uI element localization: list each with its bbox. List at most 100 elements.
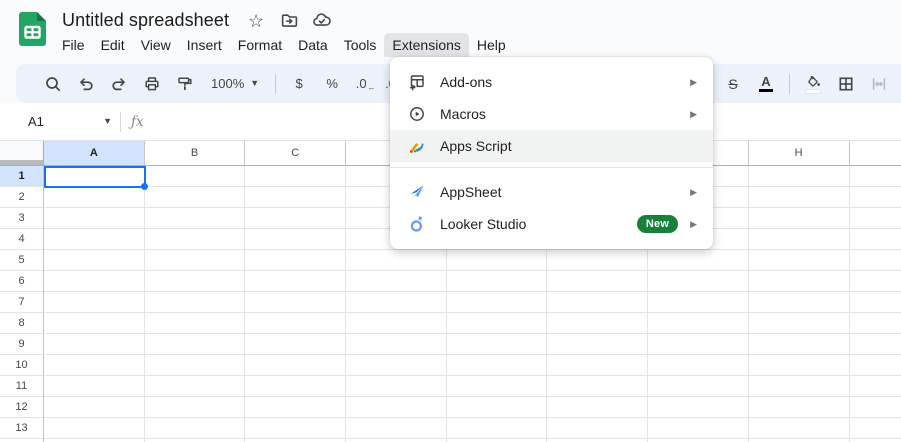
- grid-cell[interactable]: [749, 397, 850, 418]
- grid-cell[interactable]: [850, 376, 901, 397]
- grid-cell[interactable]: [346, 250, 447, 271]
- grid-cell[interactable]: [346, 397, 447, 418]
- grid-cell[interactable]: [245, 250, 346, 271]
- grid-cell[interactable]: [44, 166, 145, 187]
- grid-cell[interactable]: [44, 250, 145, 271]
- grid-cell[interactable]: [850, 229, 901, 250]
- grid-cell[interactable]: [749, 187, 850, 208]
- format-percent-button[interactable]: %: [319, 71, 345, 97]
- grid-cell[interactable]: [44, 376, 145, 397]
- row-header-10[interactable]: 10: [0, 355, 44, 376]
- grid-cell[interactable]: [145, 229, 246, 250]
- grid-cell[interactable]: [850, 250, 901, 271]
- menu-item-looker-studio[interactable]: Looker Studio New ▶: [390, 208, 713, 240]
- grid-cell[interactable]: [749, 166, 850, 187]
- search-icon[interactable]: [40, 71, 66, 97]
- redo-icon[interactable]: [106, 71, 132, 97]
- grid-cell[interactable]: [145, 313, 246, 334]
- column-header-a[interactable]: A: [44, 141, 145, 166]
- grid-cell[interactable]: [447, 418, 548, 439]
- select-all-corner[interactable]: [0, 141, 44, 166]
- grid-cell[interactable]: [145, 292, 246, 313]
- grid-cell[interactable]: [447, 376, 548, 397]
- menubar-item-tools[interactable]: Tools: [336, 33, 385, 57]
- grid-cell[interactable]: [44, 418, 145, 439]
- grid-cell[interactable]: [245, 376, 346, 397]
- grid-cell[interactable]: [749, 313, 850, 334]
- column-header-b[interactable]: B: [145, 141, 246, 166]
- grid-cell[interactable]: [44, 292, 145, 313]
- grid-cell[interactable]: [346, 418, 447, 439]
- grid-cell[interactable]: [547, 313, 648, 334]
- grid-cell[interactable]: [547, 355, 648, 376]
- merge-cells-button[interactable]: [866, 71, 892, 97]
- grid-cell[interactable]: [547, 418, 648, 439]
- strikethrough-button[interactable]: S: [720, 71, 746, 97]
- grid-cell[interactable]: [245, 166, 346, 187]
- row-header-5[interactable]: 5: [0, 250, 44, 271]
- grid-cell[interactable]: [850, 334, 901, 355]
- grid-cell[interactable]: [145, 271, 246, 292]
- fill-handle[interactable]: [141, 183, 148, 190]
- grid-cell[interactable]: [145, 418, 246, 439]
- row-header-11[interactable]: 11: [0, 376, 44, 397]
- star-icon[interactable]: ☆: [246, 11, 266, 31]
- grid-cell[interactable]: [648, 334, 749, 355]
- grid-cell[interactable]: [447, 334, 548, 355]
- grid-cell[interactable]: [447, 397, 548, 418]
- grid-cell[interactable]: [245, 397, 346, 418]
- grid-cell[interactable]: [145, 166, 246, 187]
- grid-cell[interactable]: [648, 418, 749, 439]
- grid-cell[interactable]: [749, 250, 850, 271]
- decrease-decimal-button[interactable]: .0←: [352, 71, 378, 97]
- grid-cell[interactable]: [447, 271, 548, 292]
- grid-cell[interactable]: [245, 208, 346, 229]
- menubar-item-data[interactable]: Data: [290, 33, 336, 57]
- grid-cell[interactable]: [648, 355, 749, 376]
- grid-cell[interactable]: [749, 292, 850, 313]
- grid-cell[interactable]: [749, 208, 850, 229]
- paint-format-icon[interactable]: [172, 71, 198, 97]
- grid-cell[interactable]: [447, 355, 548, 376]
- grid-cell[interactable]: [547, 376, 648, 397]
- grid-cell[interactable]: [749, 229, 850, 250]
- menubar-item-insert[interactable]: Insert: [179, 33, 230, 57]
- grid-cell[interactable]: [447, 292, 548, 313]
- grid-cell[interactable]: [547, 292, 648, 313]
- grid-cell[interactable]: [749, 355, 850, 376]
- menubar-item-format[interactable]: Format: [230, 33, 290, 57]
- row-header-3[interactable]: 3: [0, 208, 44, 229]
- grid-cell[interactable]: [850, 313, 901, 334]
- grid-cell[interactable]: [145, 250, 246, 271]
- grid-cell[interactable]: [850, 208, 901, 229]
- grid-cell[interactable]: [648, 376, 749, 397]
- grid-cell[interactable]: [245, 334, 346, 355]
- grid-cell[interactable]: [145, 376, 246, 397]
- grid-cell[interactable]: [44, 187, 145, 208]
- grid-cell[interactable]: [850, 187, 901, 208]
- grid-cell[interactable]: [44, 334, 145, 355]
- grid-cell[interactable]: [346, 292, 447, 313]
- grid-cell[interactable]: [145, 187, 246, 208]
- grid-cell[interactable]: [648, 397, 749, 418]
- zoom-control[interactable]: 100% ▼: [205, 76, 265, 91]
- grid-cell[interactable]: [245, 229, 346, 250]
- format-currency-button[interactable]: $: [286, 71, 312, 97]
- row-header-9[interactable]: 9: [0, 334, 44, 355]
- grid-cell[interactable]: [648, 250, 749, 271]
- grid-cell[interactable]: [44, 229, 145, 250]
- grid-cell[interactable]: [346, 313, 447, 334]
- print-icon[interactable]: [139, 71, 165, 97]
- name-box[interactable]: A1 ▼: [28, 114, 112, 129]
- grid-cell[interactable]: [245, 187, 346, 208]
- grid-cell[interactable]: [850, 166, 901, 187]
- menubar-item-help[interactable]: Help: [469, 33, 514, 57]
- menu-item-add-ons[interactable]: Add-ons ▶: [390, 66, 713, 98]
- grid-cell[interactable]: [346, 376, 447, 397]
- grid-cell[interactable]: [749, 271, 850, 292]
- grid-cell[interactable]: [145, 397, 246, 418]
- grid-cell[interactable]: [245, 271, 346, 292]
- grid-cell[interactable]: [346, 334, 447, 355]
- menubar-item-view[interactable]: View: [133, 33, 179, 57]
- grid-cell[interactable]: [648, 313, 749, 334]
